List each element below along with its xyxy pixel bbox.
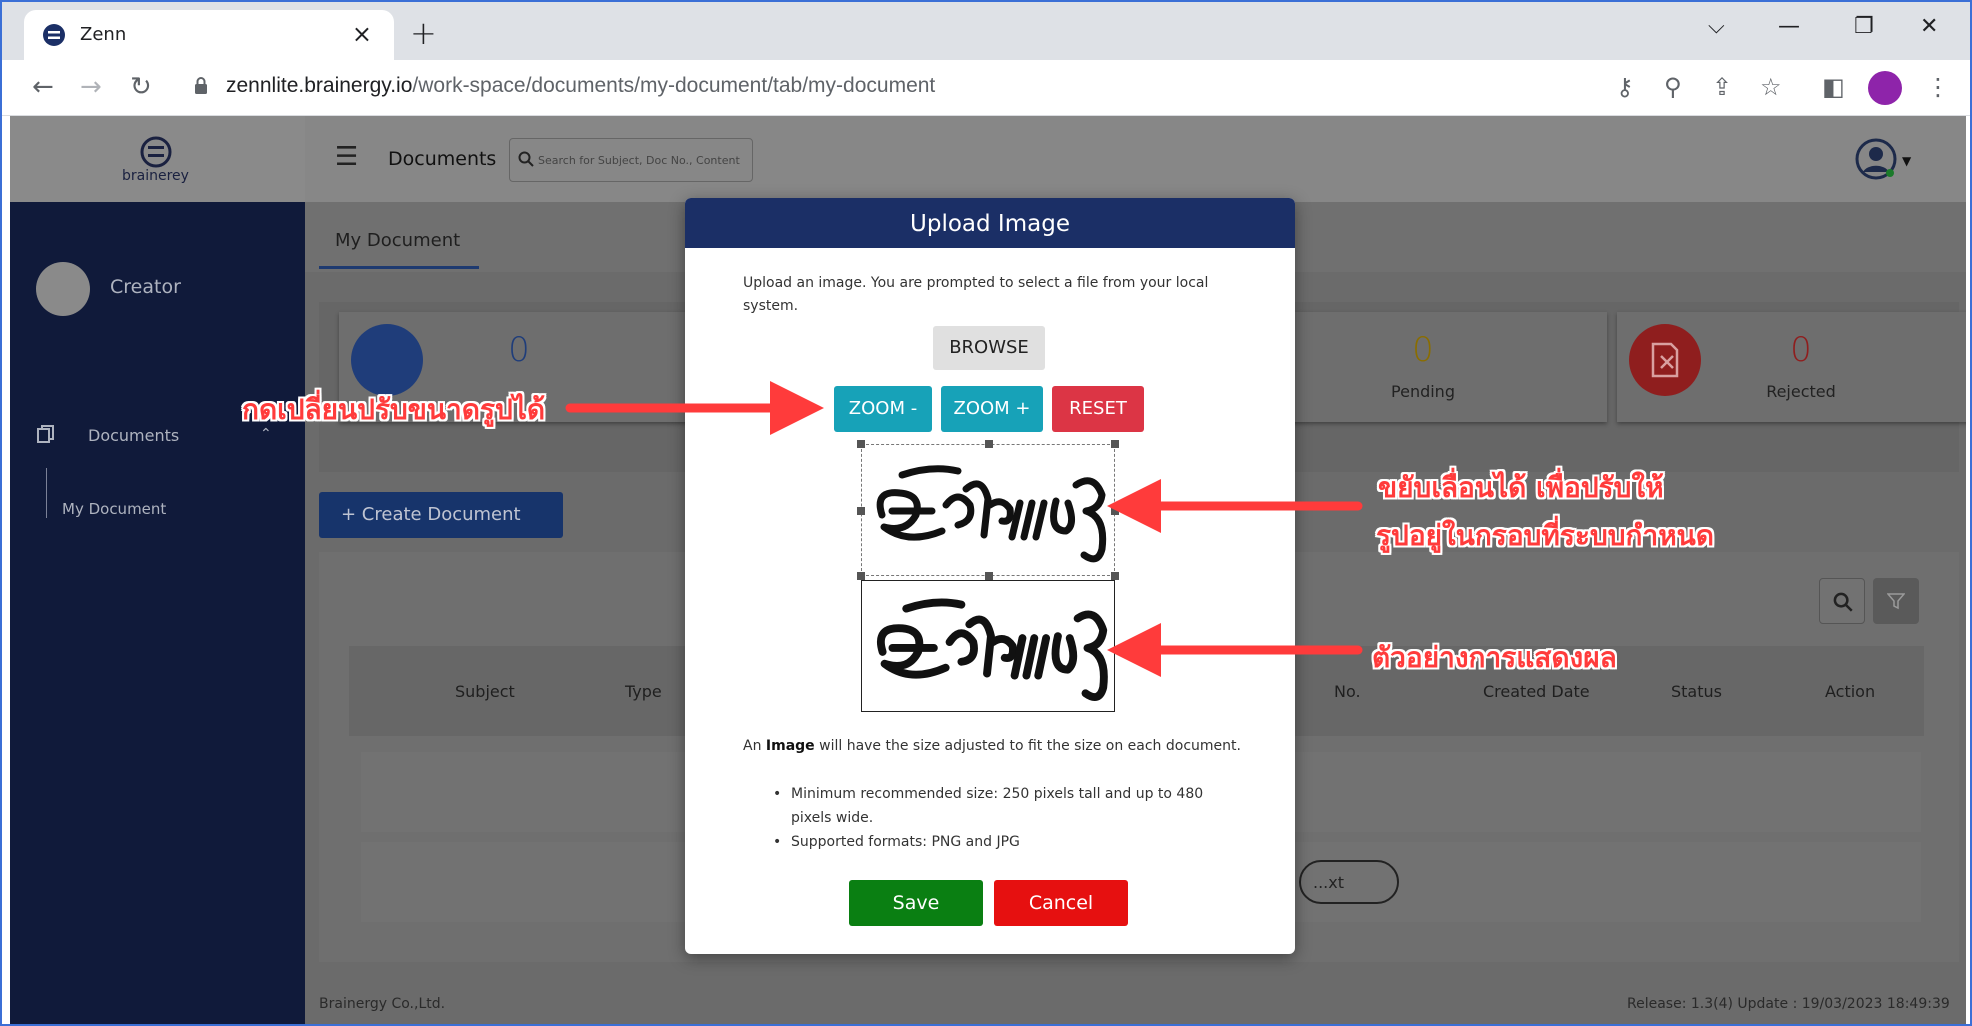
crop-handle-s[interactable]	[985, 572, 993, 580]
list-item: Minimum recommended size: 250 pixels tal…	[767, 782, 1227, 830]
url-path: /work-space/documents/my-document/tab/my…	[412, 74, 936, 97]
bookmark-star-icon[interactable]: ☆	[1760, 73, 1782, 101]
sidebar-item-my-document[interactable]: My Document	[62, 500, 166, 518]
browse-button[interactable]: BROWSE	[933, 326, 1045, 370]
back-icon[interactable]: ←	[32, 72, 54, 102]
signature-image[interactable]	[862, 445, 1116, 577]
profile-avatar[interactable]	[1868, 71, 1902, 105]
filter-icon	[1887, 593, 1905, 610]
modal-header: Upload Image	[685, 198, 1295, 248]
restore-icon[interactable]: ❐	[1854, 14, 1874, 39]
edit-document-icon	[351, 324, 423, 396]
signature-preview	[861, 580, 1115, 712]
reload-icon[interactable]: ↻	[130, 72, 152, 102]
side-panel-icon[interactable]: ◧	[1822, 73, 1845, 101]
column-status[interactable]: Status	[1671, 682, 1722, 701]
column-subject[interactable]: Subject	[455, 682, 515, 701]
app-header: brainerey ☰ Documents Search for Subject…	[10, 116, 1966, 202]
header-search-input[interactable]: Search for Subject, Doc No., Content	[509, 138, 753, 182]
account-caret-icon[interactable]: ▼	[1902, 154, 1911, 168]
search-icon	[1833, 592, 1853, 612]
browser-menu-icon[interactable]: ⋮	[1926, 73, 1950, 101]
stat-card-rejected[interactable]: 0 Rejected	[1617, 312, 1966, 422]
stat-rejected-label: Rejected	[1766, 382, 1836, 401]
documents-copy-icon	[37, 425, 54, 443]
sidebar-item-documents-label: Documents	[88, 426, 180, 445]
tab-title: Zenn	[80, 24, 127, 45]
list-filter-button[interactable]	[1873, 578, 1919, 624]
user-account-icon[interactable]	[1855, 138, 1897, 180]
next-page-button[interactable]: ...xt	[1299, 860, 1399, 904]
window-close-icon[interactable]: ✕	[1920, 14, 1938, 39]
url-host: zennlite.brainergy.io	[226, 74, 413, 97]
reset-button[interactable]: RESET	[1052, 386, 1144, 432]
tab-close-icon[interactable]: ×	[352, 20, 372, 48]
page-title: Documents	[388, 148, 497, 170]
address-bar[interactable]: zennlite.brainergy.io/work-space/documen…	[226, 74, 935, 98]
zoom-icon[interactable]: ⚲	[1664, 73, 1682, 101]
crop-handle-se[interactable]	[1111, 572, 1119, 580]
logo-area: brainerey	[10, 116, 305, 202]
zoom-out-button[interactable]: ZOOM -	[834, 386, 932, 432]
crop-handle-n[interactable]	[985, 440, 993, 448]
sidebar-tree-line	[46, 468, 47, 518]
image-note-prefix: An	[743, 738, 762, 754]
zoom-annotation-text: กดเปลี่ยนปรับขนาดรูปได้	[242, 393, 546, 426]
upload-image-modal: Upload Image Upload an image. You are pr…	[685, 198, 1295, 954]
crop-annotation-text-line2: รูปอยู่ในกรอบที่ระบบกำหนด	[1376, 519, 1714, 552]
crop-annotation-text-line1: ขยับเลื่อนได้ เพื่อปรับให้	[1378, 471, 1664, 504]
crop-handle-w[interactable]	[857, 507, 865, 515]
new-tab-icon[interactable]: +	[410, 14, 437, 52]
brainergy-logo-icon	[140, 136, 172, 168]
sidebar: Creator Documents ⌃ My Document	[10, 202, 305, 1024]
stat-rejected-value: 0	[1790, 330, 1812, 370]
footer-company: Brainergy Co.,Ltd.	[319, 996, 446, 1012]
sidebar-user-name: Creator	[110, 276, 181, 298]
crop-handle-sw[interactable]	[857, 572, 865, 580]
list-item: Supported formats: PNG and JPG	[767, 830, 1227, 854]
browser-toolbar: ← → ↻ zennlite.brainergy.io/work-space/d…	[2, 60, 1970, 116]
stat-requests-value: 0	[508, 330, 530, 370]
hamburger-menu-icon[interactable]: ☰	[335, 142, 358, 172]
column-type[interactable]: Type	[625, 682, 662, 701]
zenn-favicon-icon	[43, 24, 65, 46]
search-icon	[518, 151, 534, 167]
create-document-button[interactable]: + Create Document	[319, 492, 563, 538]
crop-handle-ne[interactable]	[1111, 440, 1119, 448]
column-created-date[interactable]: Created Date	[1483, 682, 1590, 701]
minimize-icon[interactable]: —	[1778, 14, 1800, 39]
crop-handle-nw[interactable]	[857, 440, 865, 448]
image-requirements-list: Minimum recommended size: 250 pixels tal…	[767, 782, 1227, 854]
browser-tab[interactable]: Zenn ×	[24, 10, 394, 60]
list-search-button[interactable]	[1819, 578, 1865, 624]
crop-handle-e[interactable]	[1111, 507, 1119, 515]
share-icon[interactable]: ⇪	[1712, 73, 1732, 101]
image-note: An Image will have the size adjusted to …	[743, 734, 1243, 758]
image-note-rest: will have the size adjusted to fit the s…	[819, 738, 1241, 754]
search-placeholder: Search for Subject, Doc No., Content	[538, 154, 740, 167]
preview-annotation-text: ตัวอย่างการแสดงผล	[1372, 641, 1617, 674]
modal-title: Upload Image	[910, 211, 1070, 237]
column-action[interactable]: Action	[1825, 682, 1875, 701]
password-key-icon[interactable]: ⚷	[1616, 73, 1634, 101]
footer-release: Release: 1.3(4) Update : 19/03/2023 18:4…	[1627, 996, 1950, 1012]
modal-description: Upload an image. You are prompted to sel…	[743, 275, 1209, 314]
crop-area[interactable]	[857, 440, 1119, 580]
active-tab-indicator	[319, 266, 479, 269]
forward-icon[interactable]: →	[80, 72, 102, 102]
browser-window: Zenn × + ⌵ — ❐ ✕ ← → ↻ zennlite.brainerg…	[0, 0, 1972, 1026]
tab-search-chevron-icon[interactable]: ⌵	[1708, 14, 1725, 39]
zoom-in-button[interactable]: ZOOM +	[941, 386, 1043, 432]
save-button[interactable]: Save	[849, 880, 983, 926]
image-note-bold: Image	[765, 738, 815, 754]
browser-tab-bar: Zenn × + ⌵ — ❐ ✕	[2, 2, 1970, 60]
cancel-button[interactable]: Cancel	[994, 880, 1128, 926]
column-doc-no[interactable]: No.	[1334, 682, 1361, 701]
tab-my-document[interactable]: My Document	[335, 230, 460, 251]
lock-icon[interactable]	[194, 77, 208, 95]
signature-preview-image	[876, 598, 1108, 701]
sidebar-user-avatar	[36, 262, 90, 316]
logo-text: brainerey	[122, 168, 189, 184]
